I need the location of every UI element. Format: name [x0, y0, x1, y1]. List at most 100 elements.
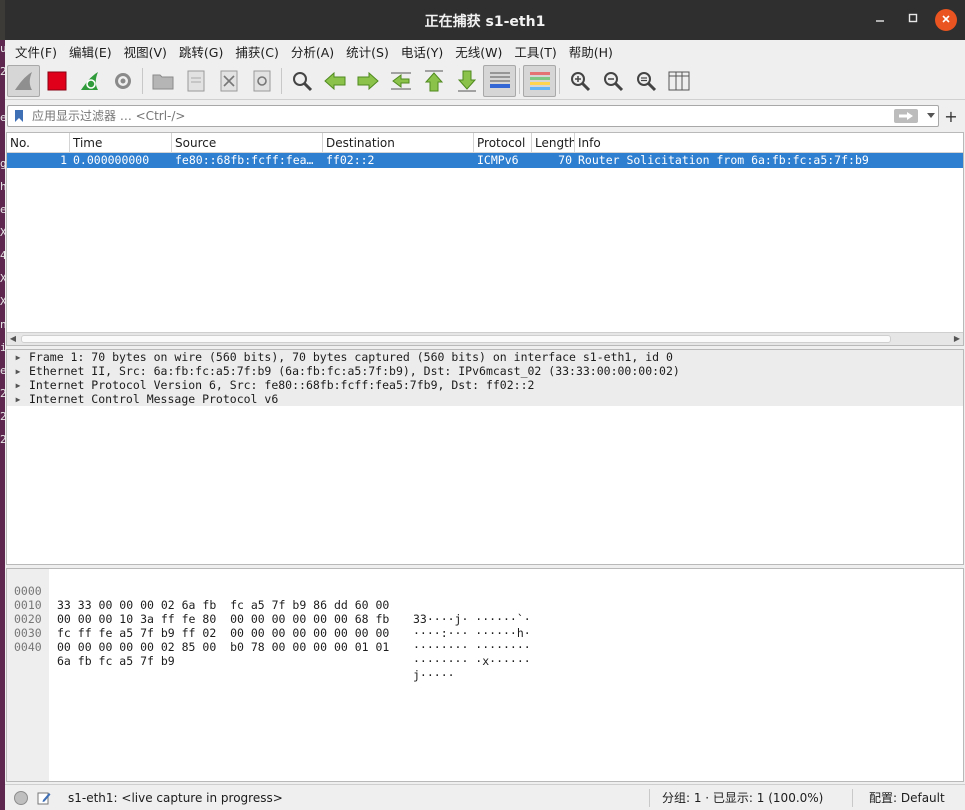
- title-bar[interactable]: 正在捕获 s1-eth1: [5, 0, 965, 40]
- toolbar-separator: [559, 67, 560, 94]
- expand-arrow-icon[interactable]: ▶: [7, 381, 29, 390]
- apply-filter-button[interactable]: [894, 109, 918, 123]
- find-packet-button[interactable]: [285, 65, 318, 97]
- reload-file-button[interactable]: [245, 65, 278, 97]
- menu-statistics[interactable]: 统计(S): [340, 42, 395, 61]
- jump-icon: [390, 72, 411, 89]
- bytes-row[interactable]: 0040 6a fb fc a5 7f b9 j·····: [7, 626, 455, 682]
- column-header-length[interactable]: Length: [532, 133, 575, 152]
- column-header-protocol[interactable]: Protocol: [474, 133, 532, 152]
- detail-row-text: Internet Protocol Version 6, Src: fe80::…: [29, 378, 535, 392]
- minimize-icon: [876, 20, 884, 22]
- menu-telephony[interactable]: 电话(Y): [395, 42, 449, 61]
- bytes-row[interactable]: 0030 00 00 00 00 00 02 85 00 b0 78 00 00…: [7, 612, 531, 668]
- menu-edit[interactable]: 编辑(E): [63, 42, 118, 61]
- file-icon: [187, 70, 204, 91]
- menu-tools[interactable]: 工具(T): [508, 42, 562, 61]
- expert-info-indicator-icon[interactable]: [14, 790, 28, 805]
- add-filter-button[interactable]: +: [939, 107, 963, 126]
- filter-history-dropdown[interactable]: [924, 111, 938, 121]
- open-file-button[interactable]: [146, 65, 179, 97]
- bytes-ascii: ········ ········: [413, 640, 531, 654]
- window-title: 正在捕获 s1-eth1: [424, 14, 546, 30]
- bytes-row[interactable]: 0010 00 00 00 10 3a ff fe 80 00 00 00 00…: [7, 584, 531, 640]
- restart-icon: [80, 71, 98, 90]
- save-file-button[interactable]: [179, 65, 212, 97]
- go-to-packet-button[interactable]: [384, 65, 417, 97]
- menu-capture[interactable]: 捕获(C): [229, 42, 284, 61]
- expand-arrow-icon[interactable]: ▶: [7, 367, 29, 376]
- bytes-ascii: ····:··· ······h·: [413, 626, 531, 640]
- packet-count-text: 分组: 1 · 已显示: 1 (100.0%): [662, 791, 824, 805]
- profile-text[interactable]: 配置: Default: [869, 789, 965, 806]
- scroll-left-arrow-icon[interactable]: ◀: [7, 333, 19, 345]
- first-packet-button[interactable]: [417, 65, 450, 97]
- column-header-destination[interactable]: Destination: [323, 133, 474, 152]
- stop-icon: [47, 71, 66, 90]
- menu-analyze[interactable]: 分析(A): [285, 42, 340, 61]
- filter-bookmark-button[interactable]: [10, 107, 28, 125]
- expand-arrow-icon[interactable]: ▶: [7, 395, 29, 404]
- folder-icon: [152, 74, 173, 89]
- packet-list-header: No. Time Source Destination Protocol Len…: [7, 133, 963, 153]
- maximize-button[interactable]: [903, 10, 923, 30]
- zoom-reset-icon: [636, 71, 656, 91]
- menu-go[interactable]: 跳转(G): [173, 42, 229, 61]
- menu-wireless[interactable]: 无线(W): [449, 42, 508, 61]
- go-back-button[interactable]: [318, 65, 351, 97]
- capture-comment-button[interactable]: [36, 790, 52, 806]
- scroll-right-arrow-icon[interactable]: ▶: [951, 333, 963, 345]
- menu-help[interactable]: 帮助(H): [563, 42, 619, 61]
- status-separator: [852, 788, 853, 807]
- start-capture-button[interactable]: [7, 64, 40, 97]
- column-header-time[interactable]: Time: [70, 133, 172, 152]
- last-packet-button[interactable]: [450, 65, 483, 97]
- zoom-out-icon: [603, 71, 623, 91]
- column-header-source[interactable]: Source: [172, 133, 323, 152]
- restart-capture-button[interactable]: [73, 65, 106, 97]
- bytes-row[interactable]: 0000 33 33 00 00 00 02 6a fb fc a5 7f b9…: [7, 570, 531, 626]
- detail-row-icmpv6[interactable]: ▶ Internet Control Message Protocol v6: [7, 392, 963, 406]
- toolbar-separator: [142, 67, 143, 94]
- column-header-info[interactable]: Info: [575, 133, 963, 152]
- display-filter-input[interactable]: [28, 109, 894, 123]
- shark-fin-icon: [14, 71, 32, 90]
- detail-row-ethernet[interactable]: ▶ Ethernet II, Src: 6a:fb:fc:a5:7f:b9 (6…: [7, 364, 963, 378]
- bytes-hex: 00 00 00 10 3a ff fe 80 00 00 00 00 00 0…: [57, 612, 390, 626]
- stop-capture-button[interactable]: [40, 65, 73, 97]
- detail-row-frame[interactable]: ▶ Frame 1: 70 bytes on wire (560 bits), …: [7, 350, 963, 364]
- capture-options-button[interactable]: [106, 65, 139, 97]
- minimize-button[interactable]: [870, 10, 890, 30]
- bytes-hex: 6a fb fc a5 7f b9: [57, 654, 175, 668]
- arrow-right-icon: [899, 112, 913, 120]
- bytes-row[interactable]: 0020 fc ff fe a5 7f b9 ff 02 00 00 00 00…: [7, 598, 531, 654]
- arrow-right-icon: [357, 71, 379, 90]
- plus-icon: +: [944, 106, 958, 126]
- auto-scroll-button[interactable]: [483, 64, 516, 97]
- colorize-icon: [529, 71, 550, 90]
- expand-arrow-icon[interactable]: ▶: [7, 353, 29, 362]
- zoom-in-icon: [570, 71, 590, 91]
- bytes-hex: 00 00 00 00 00 02 85 00 b0 78 00 00 00 0…: [57, 640, 390, 654]
- colorize-button[interactable]: [523, 64, 556, 97]
- zoom-reset-button[interactable]: [629, 65, 662, 97]
- resize-columns-button[interactable]: [662, 65, 695, 97]
- reload-icon: [253, 70, 270, 91]
- zoom-out-button[interactable]: [596, 65, 629, 97]
- packet-protocol: ICMPv6: [477, 153, 519, 167]
- arrow-up-icon: [424, 70, 443, 91]
- menu-view[interactable]: 视图(V): [118, 42, 173, 61]
- packet-list-horizontal-scrollbar[interactable]: ◀ ▶: [7, 332, 963, 345]
- scrollbar-thumb[interactable]: [21, 335, 891, 343]
- column-header-no[interactable]: No.: [7, 133, 70, 152]
- detail-row-ipv6[interactable]: ▶ Internet Protocol Version 6, Src: fe80…: [7, 378, 963, 392]
- toolbar-separator: [519, 67, 520, 94]
- close-file-button[interactable]: [212, 65, 245, 97]
- menu-file[interactable]: 文件(F): [9, 42, 63, 61]
- zoom-in-button[interactable]: [563, 65, 596, 97]
- packet-info: Router Solicitation from 6a:fb:fc:a5:7f:…: [578, 153, 869, 167]
- close-button[interactable]: [935, 9, 957, 31]
- packet-bytes-pane: 0000 33 33 00 00 00 02 6a fb fc a5 7f b9…: [6, 568, 964, 782]
- go-forward-button[interactable]: [351, 65, 384, 97]
- packet-row[interactable]: 1 0.000000000 fe80::68fb:fcff:fea… ff02:…: [7, 153, 963, 168]
